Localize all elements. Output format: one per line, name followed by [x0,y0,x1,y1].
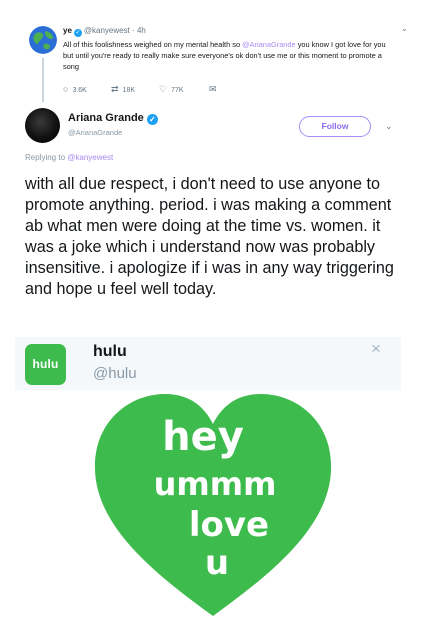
heart-text-line-3: love [189,505,269,545]
replying-to-label: Replying to [25,153,68,162]
kanye-tweet[interactable]: ye ✓ @kanyewest · 4h ⌄ All of this foolish… [0,0,428,106]
retweet-count: 18K [122,87,136,94]
follow-button[interactable]: Follow [299,116,371,137]
ariana-handle[interactable]: @ArianaGrande [68,128,122,137]
heart-image: hey ummm love u [91,388,335,620]
like-button[interactable]: ♡ 77K [159,84,184,95]
kanye-text-part-1: All of this foolishness weighed on my me… [63,40,243,49]
verified-icon: ✓ [146,114,158,125]
heart-text-line-1: hey [162,414,244,460]
replying-to-handle[interactable]: @kanyewest [67,153,113,162]
chevron-down-icon[interactable]: ⌄ [401,24,408,33]
kanye-tweet-header: ye ✓ @kanyewest · 4h [63,26,146,37]
hulu-account-card[interactable]: hulu hulu @hulu × [15,337,401,390]
hulu-logo[interactable]: hulu [25,344,66,385]
message-button[interactable]: ✉ [209,84,221,95]
chevron-down-icon[interactable]: ⌄ [385,121,393,132]
kanye-name[interactable]: ye [63,26,72,35]
kanye-handle[interactable]: @kanyewest [84,26,130,35]
heart-text-line-2: ummm [154,465,277,503]
heart-text-line-4: u [205,543,229,583]
reply-icon: ○ [63,84,69,94]
reply-count: 3.6K [72,87,87,94]
verified-icon: ✓ [73,29,82,37]
thread-line [42,58,44,102]
mention-link[interactable]: @ArianaGrande [242,40,296,49]
retweet-icon: ⇄ [111,84,119,94]
kanye-tweet-time[interactable]: · 4h [132,26,146,35]
retweet-button[interactable]: ⇄ 18K [111,84,135,95]
hulu-handle[interactable]: @hulu [93,365,137,382]
ariana-tweet-text: with all due respect, i don't need to us… [25,175,394,298]
reply-button[interactable]: ○ 3.6K [63,84,87,94]
ariana-avatar[interactable] [25,108,60,143]
heart-icon: ♡ [159,84,168,94]
like-count: 77K [171,87,184,94]
close-icon[interactable]: × [371,339,381,359]
replying-to: Replying to @kanyewest [25,153,113,162]
kanye-tweet-text: All of this foolishness weighed on my me… [63,39,393,72]
kanye-avatar-earth[interactable] [29,26,57,54]
message-icon: ✉ [209,84,217,94]
hulu-name[interactable]: hulu [93,343,127,361]
ariana-name-row[interactable]: Ariana Grande ✓ [68,112,160,125]
ariana-name[interactable]: Ariana Grande [68,112,144,124]
